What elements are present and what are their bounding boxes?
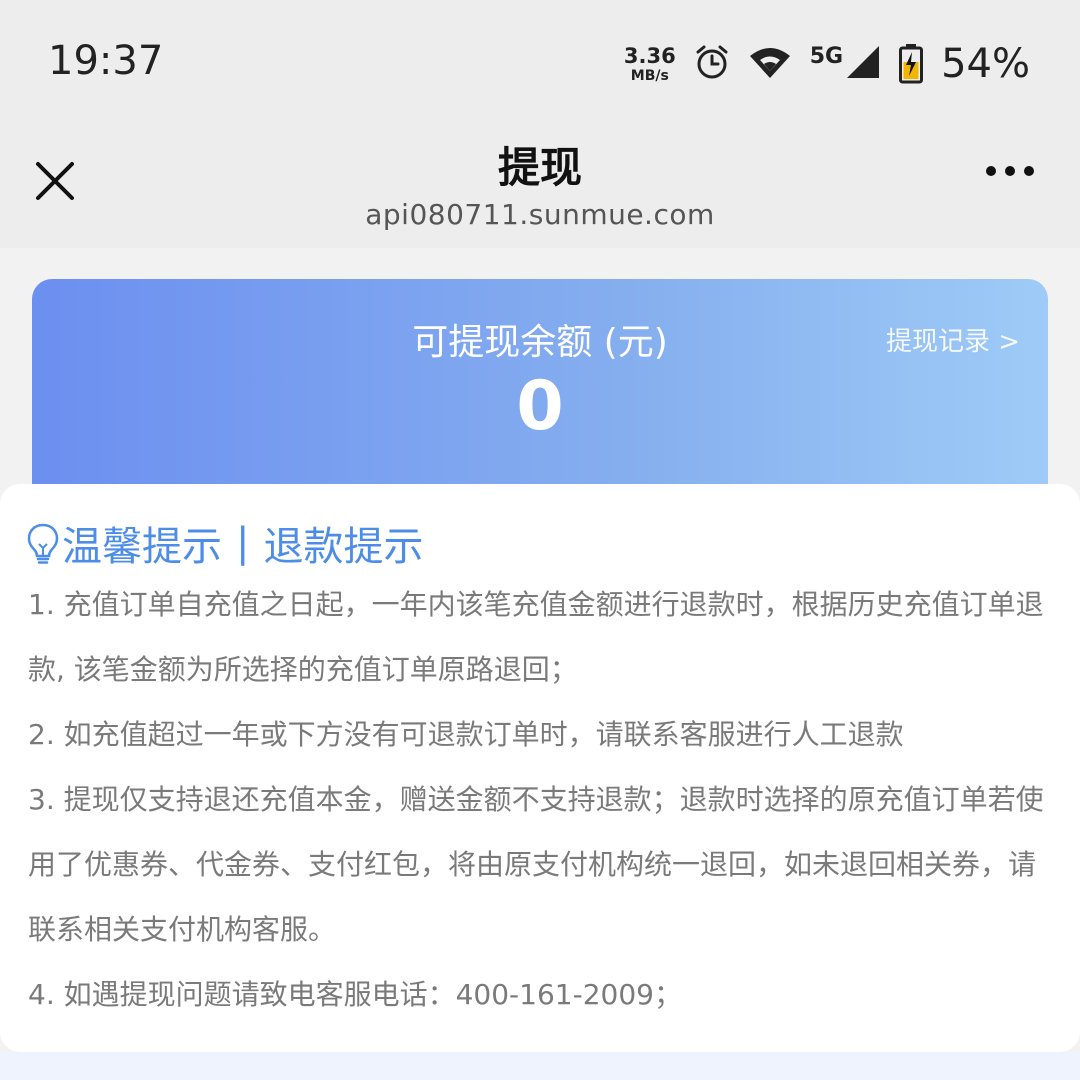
withdraw-history-link[interactable]: 提现记录 > <box>886 321 1020 358</box>
tip-item: 4. 如遇提现问题请致电客服电话：400-161-2009； <box>28 978 682 1011</box>
status-time: 19:37 <box>48 38 164 84</box>
net-speed: 3.36 MB/s <box>623 43 676 84</box>
balance-amount: 0 <box>516 367 564 446</box>
lightbulb-icon <box>26 522 60 564</box>
tip-item: 3. 提现仅支持退还充值本金，赠送金额不支持退款；退款时选择的原充值订单若使用了… <box>28 783 1044 946</box>
tip-item: 2. 如充值超过一年或下方没有可退款订单时，请联系客服进行人工退款 <box>28 718 904 751</box>
tips-heading-refund: 退款提示 <box>263 524 424 570</box>
more-button[interactable] <box>986 166 1034 176</box>
bottom-section-edge <box>0 1052 1080 1080</box>
page-domain: api080711.sunmue.com <box>365 198 715 231</box>
page-title: 提现 <box>497 143 582 192</box>
status-bar: 19:37 3.36 MB/s 5G 54% <box>0 0 1080 120</box>
net-speed-value: 3.36 <box>623 43 676 68</box>
tips-panel: 温馨提示 | 退款提示 1. 充值订单自充值之日起，一年内该笔充值金额进行退款时… <box>0 484 1080 1052</box>
nav-bar: 提现 api080711.sunmue.com <box>0 120 1080 248</box>
cellular-indicator: 5G <box>810 44 881 84</box>
tip-item: 1. 充值订单自充值之日起，一年内该笔充值金额进行退款时，根据历史充值订单退款,… <box>28 588 1044 686</box>
network-type: 5G <box>809 44 844 69</box>
more-icon <box>986 166 996 176</box>
battery-percent: 54% <box>941 41 1030 87</box>
signal-icon <box>845 44 881 84</box>
tips-heading: 温馨提示 | 退款提示 <box>26 514 423 572</box>
wifi-icon <box>748 44 792 84</box>
status-indicators: 3.36 MB/s 5G 54% <box>624 40 1030 88</box>
balance-card: 可提现余额 (元) 0 提现记录 > <box>32 279 1048 509</box>
net-speed-unit: MB/s <box>630 67 669 84</box>
alarm-icon <box>694 44 730 84</box>
more-icon <box>1005 166 1015 176</box>
tips-heading-warm: 温馨提示 <box>62 524 222 570</box>
battery-charging-icon <box>899 44 924 84</box>
screen: 19:37 3.36 MB/s 5G 54% 提现 api080711.sunm… <box>0 0 1080 1080</box>
tips-heading-separator: | <box>236 520 250 566</box>
tips-list: 1. 充值订单自充值之日起，一年内该笔充值金额进行退款时，根据历史充值订单退款,… <box>28 572 1058 1027</box>
more-icon <box>1024 166 1034 176</box>
